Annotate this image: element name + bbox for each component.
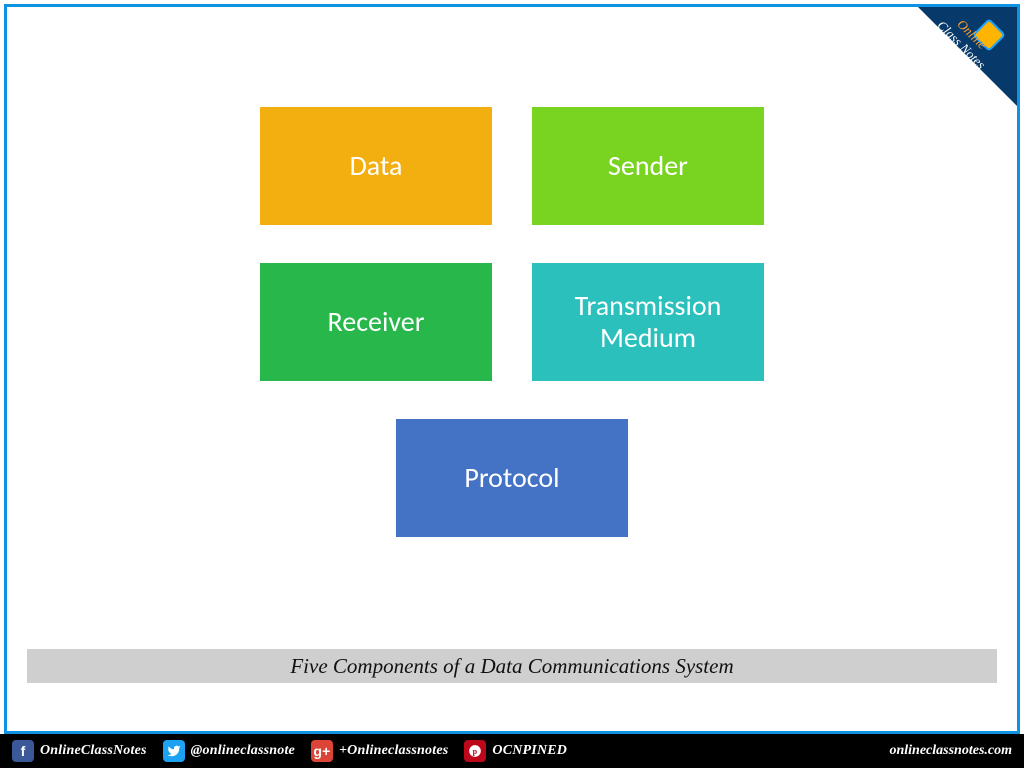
box-data: Data (260, 107, 492, 225)
caption-text: Five Components of a Data Communications… (290, 654, 733, 679)
box-sender: Sender (532, 107, 764, 225)
slide-border: Online Class Notes Data Sender Receiver … (4, 4, 1020, 734)
box-transmission-label: Transmission Medium (540, 290, 756, 354)
box-transmission: Transmission Medium (532, 263, 764, 381)
brand-line2: Class Notes (934, 18, 988, 72)
chip-icon (972, 18, 1006, 52)
box-receiver: Receiver (260, 263, 492, 381)
footer-bar: f OnlineClassNotes @onlineclassnote g+ +… (0, 734, 1024, 768)
social-facebook[interactable]: f OnlineClassNotes (12, 740, 147, 762)
gplus-handle: +Onlineclassnotes (339, 743, 448, 759)
twitter-icon (163, 740, 185, 762)
facebook-handle: OnlineClassNotes (40, 743, 147, 759)
box-data-label: Data (350, 150, 403, 182)
social-pinterest[interactable]: p OCNPINED (464, 740, 567, 762)
box-sender-label: Sender (608, 150, 688, 182)
box-protocol: Protocol (396, 419, 628, 537)
row-2: Receiver Transmission Medium (260, 263, 764, 381)
twitter-handle: @onlineclassnote (191, 743, 295, 759)
pinterest-icon: p (464, 740, 486, 762)
footer-site[interactable]: onlineclassnotes.com (889, 743, 1012, 759)
caption-bar: Five Components of a Data Communications… (27, 649, 997, 683)
brand-line1: Online (954, 16, 990, 52)
box-receiver-label: Receiver (328, 306, 425, 338)
slide-frame: Online Class Notes Data Sender Receiver … (0, 0, 1024, 768)
footer-site-text: onlineclassnotes.com (889, 743, 1012, 758)
box-protocol-label: Protocol (464, 462, 559, 494)
social-gplus[interactable]: g+ +Onlineclassnotes (311, 740, 448, 762)
pinterest-handle: OCNPINED (492, 743, 567, 759)
gplus-icon: g+ (311, 740, 333, 762)
row-1: Data Sender (260, 107, 764, 225)
svg-text:p: p (473, 747, 478, 756)
components-grid: Data Sender Receiver Transmission Medium… (7, 107, 1017, 537)
social-twitter[interactable]: @onlineclassnote (163, 740, 295, 762)
row-3: Protocol (396, 419, 628, 537)
facebook-icon: f (12, 740, 34, 762)
